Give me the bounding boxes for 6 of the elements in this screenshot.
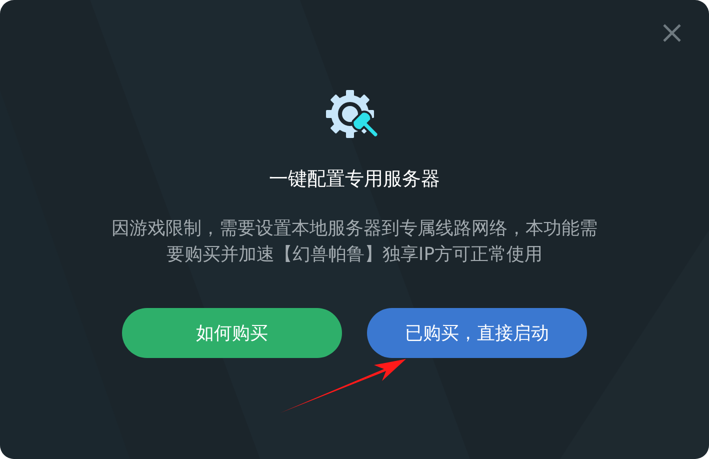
action-button[interactable]: 已购买，直接启动: [367, 308, 587, 358]
dialog-title: 一键配置专用服务器: [269, 167, 440, 192]
close-button[interactable]: [661, 22, 683, 44]
dialog-message: 因游戏限制，需要设置本地服务器到专属线路网络，本功能需要购买并加速【幻兽帕鲁】独享IP方可正常使用: [110, 217, 598, 267]
close-icon: [662, 23, 682, 43]
action-button[interactable]: 如何购买: [122, 308, 342, 358]
